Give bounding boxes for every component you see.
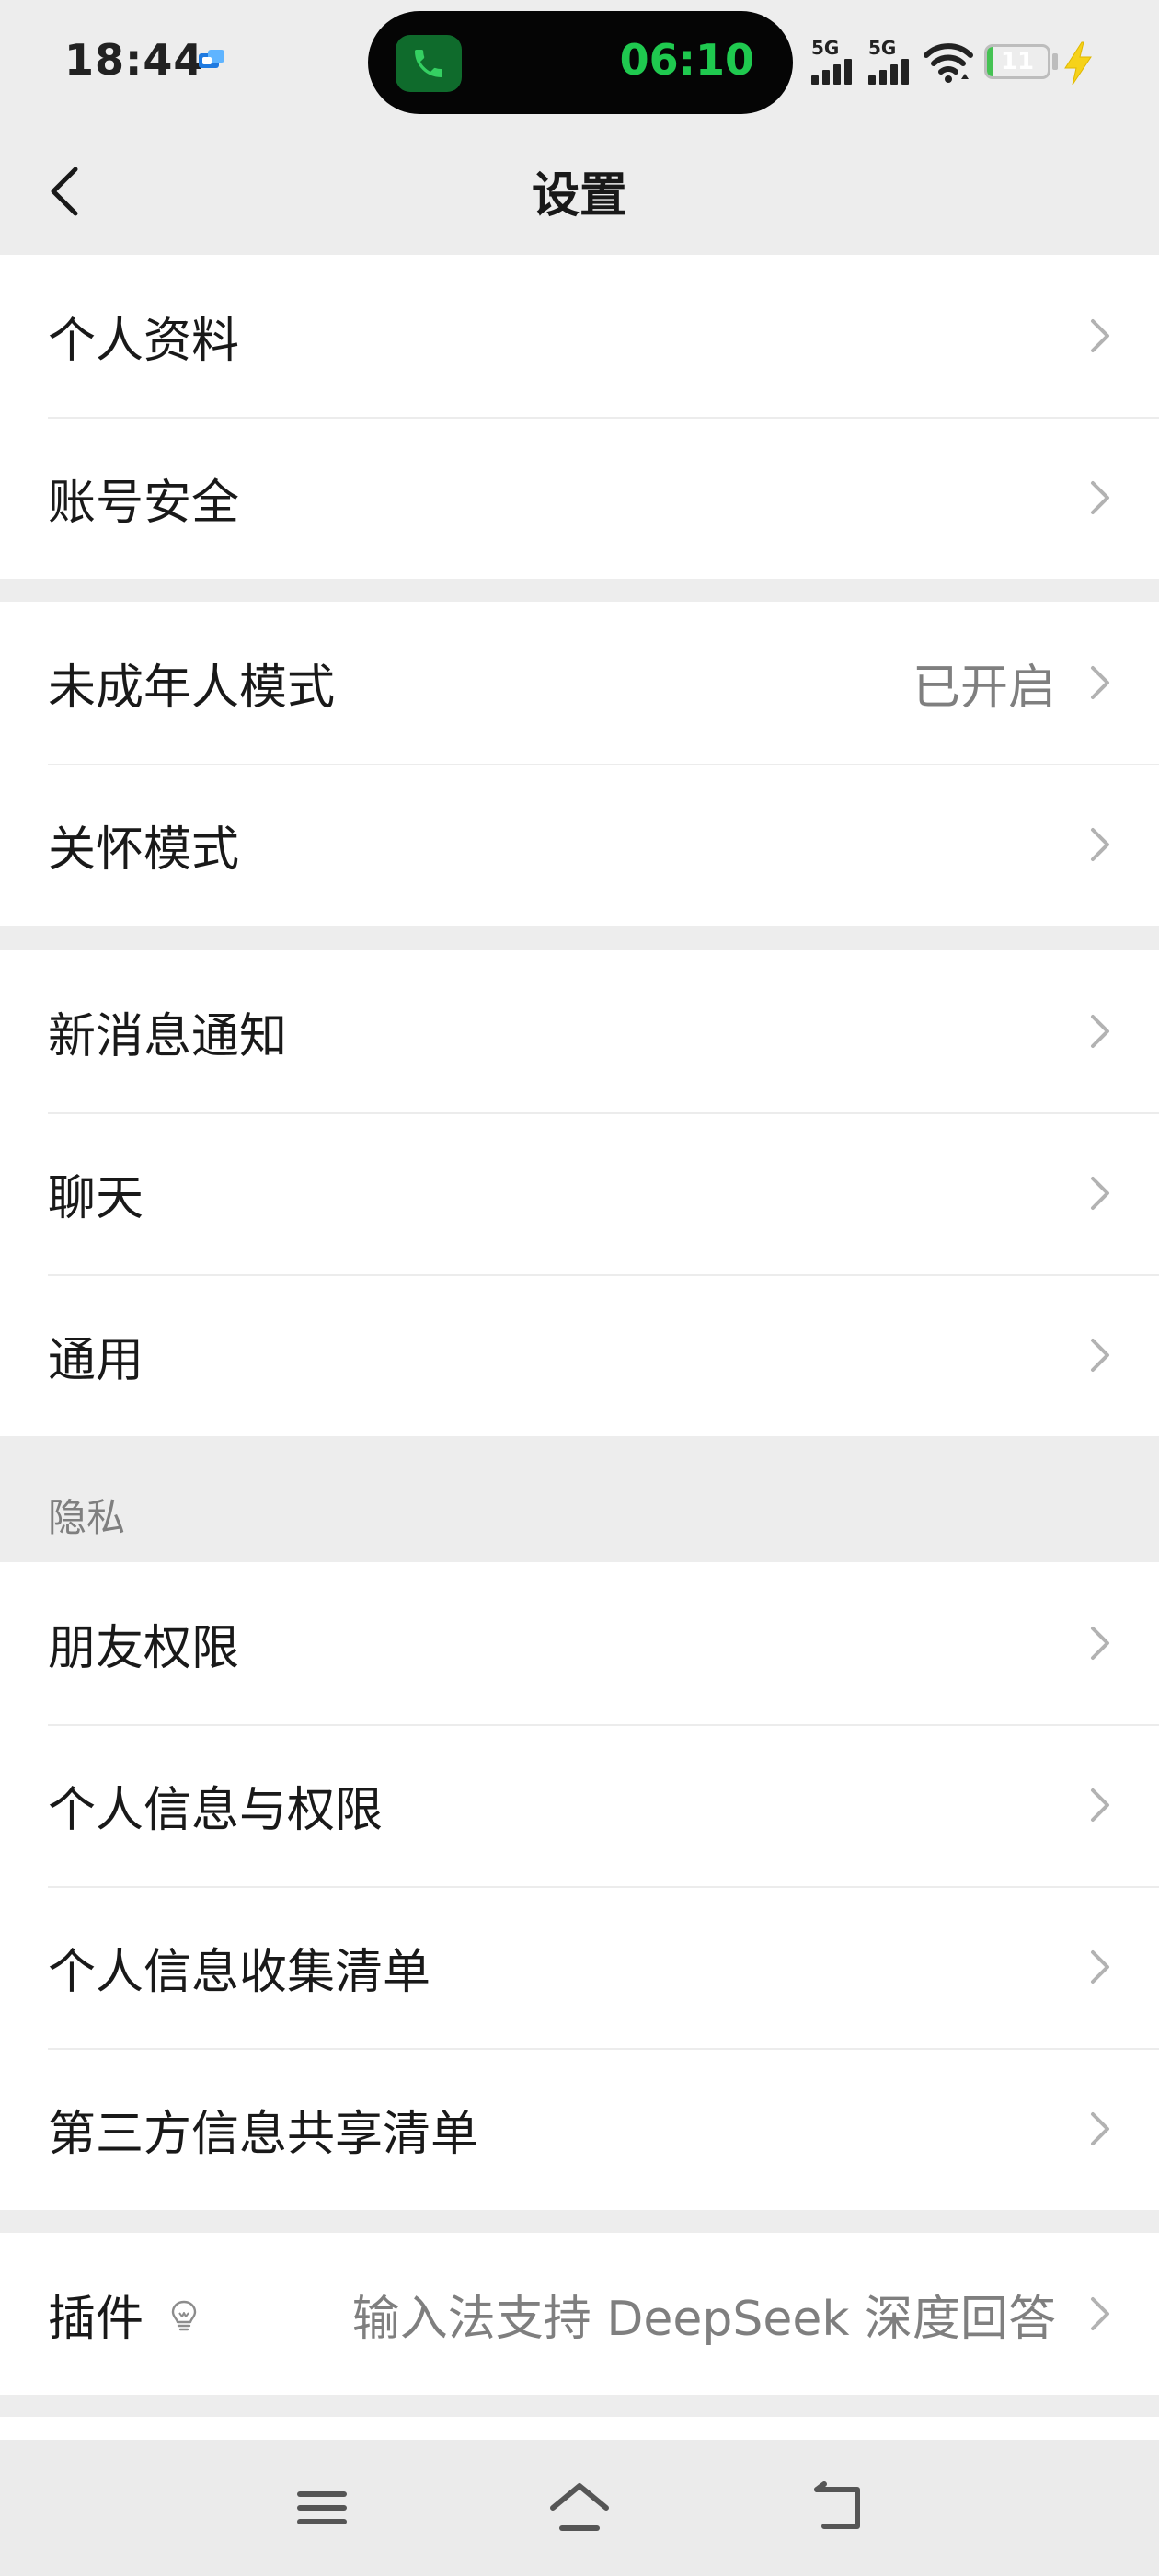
settings-item-label: 个人信息收集清单 <box>48 1944 431 2000</box>
chevron-right-icon <box>1091 828 1109 861</box>
settings-item-label: 账号安全 <box>48 475 240 531</box>
page-title: 设置 <box>531 168 627 224</box>
chevron-right-icon <box>1091 1788 1109 1822</box>
chevron-right-icon <box>1091 666 1109 699</box>
chevron-right-icon <box>1091 2297 1109 2330</box>
back-nav-button[interactable] <box>793 2464 881 2552</box>
group-next-partial <box>0 2417 1159 2440</box>
settings-item-label: 个人信息与权限 <box>48 1782 384 1838</box>
home-icon <box>550 2483 609 2531</box>
nav-header: 设置 <box>0 129 1159 254</box>
menu-icon <box>297 2491 347 2524</box>
chevron-right-icon <box>1091 481 1109 514</box>
settings-item-plugins[interactable]: 插件 输入法支持 DeepSeek 深度回答 <box>0 2233 1159 2395</box>
battery-icon: 11 <box>984 44 1050 79</box>
settings-item-friend-permissions[interactable]: 朋友权限 <box>0 1562 1159 1724</box>
status-time: 18:44 <box>64 35 204 85</box>
settings-item-care-mode[interactable]: 关怀模式 <box>0 764 1159 926</box>
group-privacy: 朋友权限 个人信息与权限 个人信息收集清单 第三方信息共享清单 <box>0 1562 1159 2210</box>
app-notification-icon <box>199 50 224 68</box>
status-bar: 18:44 06:10 5G 5G 11 <box>0 0 1159 129</box>
status-indicators: 5G 5G 11 <box>809 37 1113 92</box>
call-timer: 06:10 <box>619 35 754 85</box>
settings-item-label: 关怀模式 <box>48 822 240 878</box>
battery-cap <box>1052 53 1058 70</box>
signal-5g-icon: 5G <box>809 37 857 88</box>
menu-button[interactable] <box>278 2464 366 2552</box>
lightbulb-icon <box>171 2300 197 2331</box>
settings-item-notifications[interactable]: 新消息通知 <box>0 950 1159 1112</box>
settings-item-label: 朋友权限 <box>48 1620 240 1676</box>
signal-label: 5G <box>868 37 897 59</box>
settings-item-label: 未成年人模式 <box>48 660 336 716</box>
chevron-right-icon <box>1091 1627 1109 1660</box>
settings-item-minor-mode[interactable]: 未成年人模式 已开启 <box>0 602 1159 764</box>
settings-item-account-security[interactable]: 账号安全 <box>0 417 1159 579</box>
settings-item-profile[interactable]: 个人资料 <box>0 255 1159 417</box>
minor-mode-status: 已开启 <box>912 660 1056 716</box>
settings-item-general[interactable]: 通用 <box>0 1274 1159 1436</box>
section-label-privacy: 隐私 <box>48 1495 126 1540</box>
phone-call-icon <box>396 35 462 92</box>
settings-item-label: 新消息通知 <box>48 1008 288 1064</box>
group-account: 个人资料 账号安全 <box>0 255 1159 579</box>
settings-item-label: 通用 <box>48 1332 144 1388</box>
settings-item-label: 聊天 <box>48 1170 144 1226</box>
settings-item-info-collection-list[interactable]: 个人信息收集清单 <box>0 1886 1159 2048</box>
dynamic-island-call[interactable]: 06:10 <box>368 11 793 114</box>
group-general: 新消息通知 聊天 通用 <box>0 950 1159 1436</box>
home-button[interactable] <box>535 2464 624 2552</box>
chevron-right-icon <box>1091 1950 1109 1984</box>
return-icon <box>814 2481 860 2529</box>
group-plugins: 插件 输入法支持 DeepSeek 深度回答 <box>0 2233 1159 2395</box>
settings-item-chat[interactable]: 聊天 <box>0 1112 1159 1274</box>
settings-screen: 18:44 06:10 5G 5G 11 设置 个人资料 账号安全 未成年人模式… <box>0 0 1159 2576</box>
chevron-right-icon <box>1091 1177 1109 1210</box>
chevron-right-icon <box>1091 319 1109 352</box>
plugin-description: 输入法支持 DeepSeek 深度回答 <box>351 2291 1056 2347</box>
settings-item-label: 插件 <box>48 2291 144 2347</box>
wifi-icon <box>924 43 973 85</box>
signal-5g-icon: 5G <box>866 37 914 88</box>
chevron-right-icon <box>1091 2112 1109 2145</box>
chevron-right-icon <box>1091 1015 1109 1048</box>
system-nav-bar <box>0 2440 1159 2576</box>
settings-item-personal-info-permissions[interactable]: 个人信息与权限 <box>0 1724 1159 1886</box>
settings-item-label: 个人资料 <box>48 313 240 369</box>
settings-item-third-party-sharing-list[interactable]: 第三方信息共享清单 <box>0 2048 1159 2210</box>
settings-item-label: 第三方信息共享清单 <box>48 2106 479 2162</box>
group-modes: 未成年人模式 已开启 关怀模式 <box>0 602 1159 926</box>
charging-bolt-icon <box>1064 41 1092 86</box>
chevron-right-icon <box>1091 1339 1109 1372</box>
battery-level: 11 <box>1000 48 1035 75</box>
signal-label: 5G <box>811 37 840 59</box>
